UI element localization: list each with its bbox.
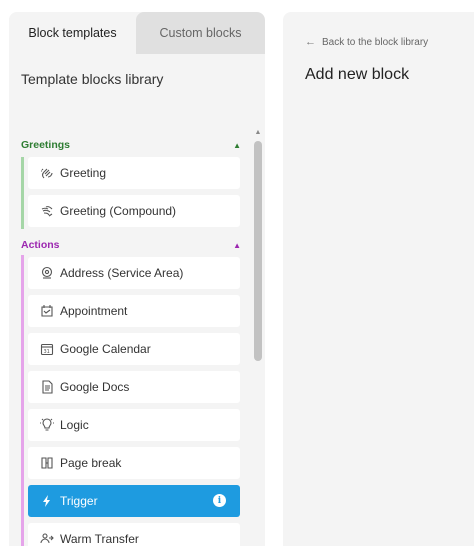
appointment-icon xyxy=(40,304,54,318)
panel-title: Add new block xyxy=(305,66,410,83)
section-label-actions: Actions xyxy=(21,239,60,251)
block-item-label: Google Calendar xyxy=(60,342,151,356)
library-title: Template blocks library xyxy=(21,71,164,87)
block-item-greeting-compound[interactable]: Greeting (Compound) xyxy=(28,195,240,227)
block-item-trigger[interactable]: Trigger i xyxy=(28,485,240,517)
block-item-label: Address (Service Area) xyxy=(60,266,184,280)
document-icon xyxy=(40,380,54,394)
section-header-actions[interactable]: Actions ▲ xyxy=(21,237,241,253)
waving-hand-icon xyxy=(40,166,54,180)
block-item-address-service-area[interactable]: Address (Service Area) xyxy=(28,257,240,289)
block-item-label: Greeting xyxy=(60,166,107,180)
tab-bar: Block templates Custom blocks xyxy=(9,12,265,54)
arrow-left-icon: ← xyxy=(305,36,316,48)
add-block-panel: ← Back to the block library Add new bloc… xyxy=(283,12,474,546)
block-item-logic[interactable]: Logic xyxy=(28,409,240,441)
block-item-page-break[interactable]: Page break xyxy=(28,447,240,479)
calendar-icon: 31 xyxy=(40,342,54,356)
block-item-label: Trigger xyxy=(60,494,98,508)
lightbulb-icon xyxy=(40,418,54,432)
block-item-appointment[interactable]: Appointment xyxy=(28,295,240,327)
lightning-icon xyxy=(40,494,54,508)
section-header-greetings[interactable]: Greetings ▲ xyxy=(21,137,241,153)
collapse-caret-icon[interactable]: ▲ xyxy=(233,141,241,150)
page-break-icon xyxy=(40,456,54,470)
block-item-label: Logic xyxy=(60,418,89,432)
block-item-label: Appointment xyxy=(60,304,128,318)
transfer-icon xyxy=(40,532,54,546)
block-item-label: Page break xyxy=(60,456,122,470)
collapse-caret-icon[interactable]: ▲ xyxy=(233,241,241,250)
waving-hands-icon xyxy=(40,204,54,218)
list-scrollbar[interactable]: ▲ xyxy=(253,129,263,546)
back-to-library-link[interactable]: ← Back to the block library xyxy=(305,36,428,48)
block-library-panel: Block templates Custom blocks Template b… xyxy=(9,12,265,546)
block-item-google-calendar[interactable]: 31 Google Calendar xyxy=(28,333,240,365)
back-link-label: Back to the block library xyxy=(322,36,429,48)
greetings-color-bar xyxy=(21,157,24,229)
block-item-label: Google Docs xyxy=(60,380,130,394)
scroll-up-arrow-icon[interactable]: ▲ xyxy=(253,129,263,137)
block-item-greeting[interactable]: Greeting xyxy=(28,157,240,189)
block-item-warm-transfer[interactable]: Warm Transfer xyxy=(28,523,240,546)
tab-block-templates[interactable]: Block templates xyxy=(9,12,136,54)
block-list: Greetings ▲ Greeting Greeting (Compound)… xyxy=(9,124,265,546)
info-icon[interactable]: i xyxy=(213,494,226,507)
block-item-google-docs[interactable]: Google Docs xyxy=(28,371,240,403)
section-label-greetings: Greetings xyxy=(21,139,71,151)
scrollbar-thumb[interactable] xyxy=(254,141,262,361)
location-pin-icon xyxy=(40,266,54,280)
svg-text:31: 31 xyxy=(44,349,50,355)
block-item-label: Greeting (Compound) xyxy=(60,204,177,218)
block-item-label: Warm Transfer xyxy=(60,532,139,546)
tab-custom-blocks[interactable]: Custom blocks xyxy=(136,12,265,54)
actions-color-bar xyxy=(21,255,24,546)
